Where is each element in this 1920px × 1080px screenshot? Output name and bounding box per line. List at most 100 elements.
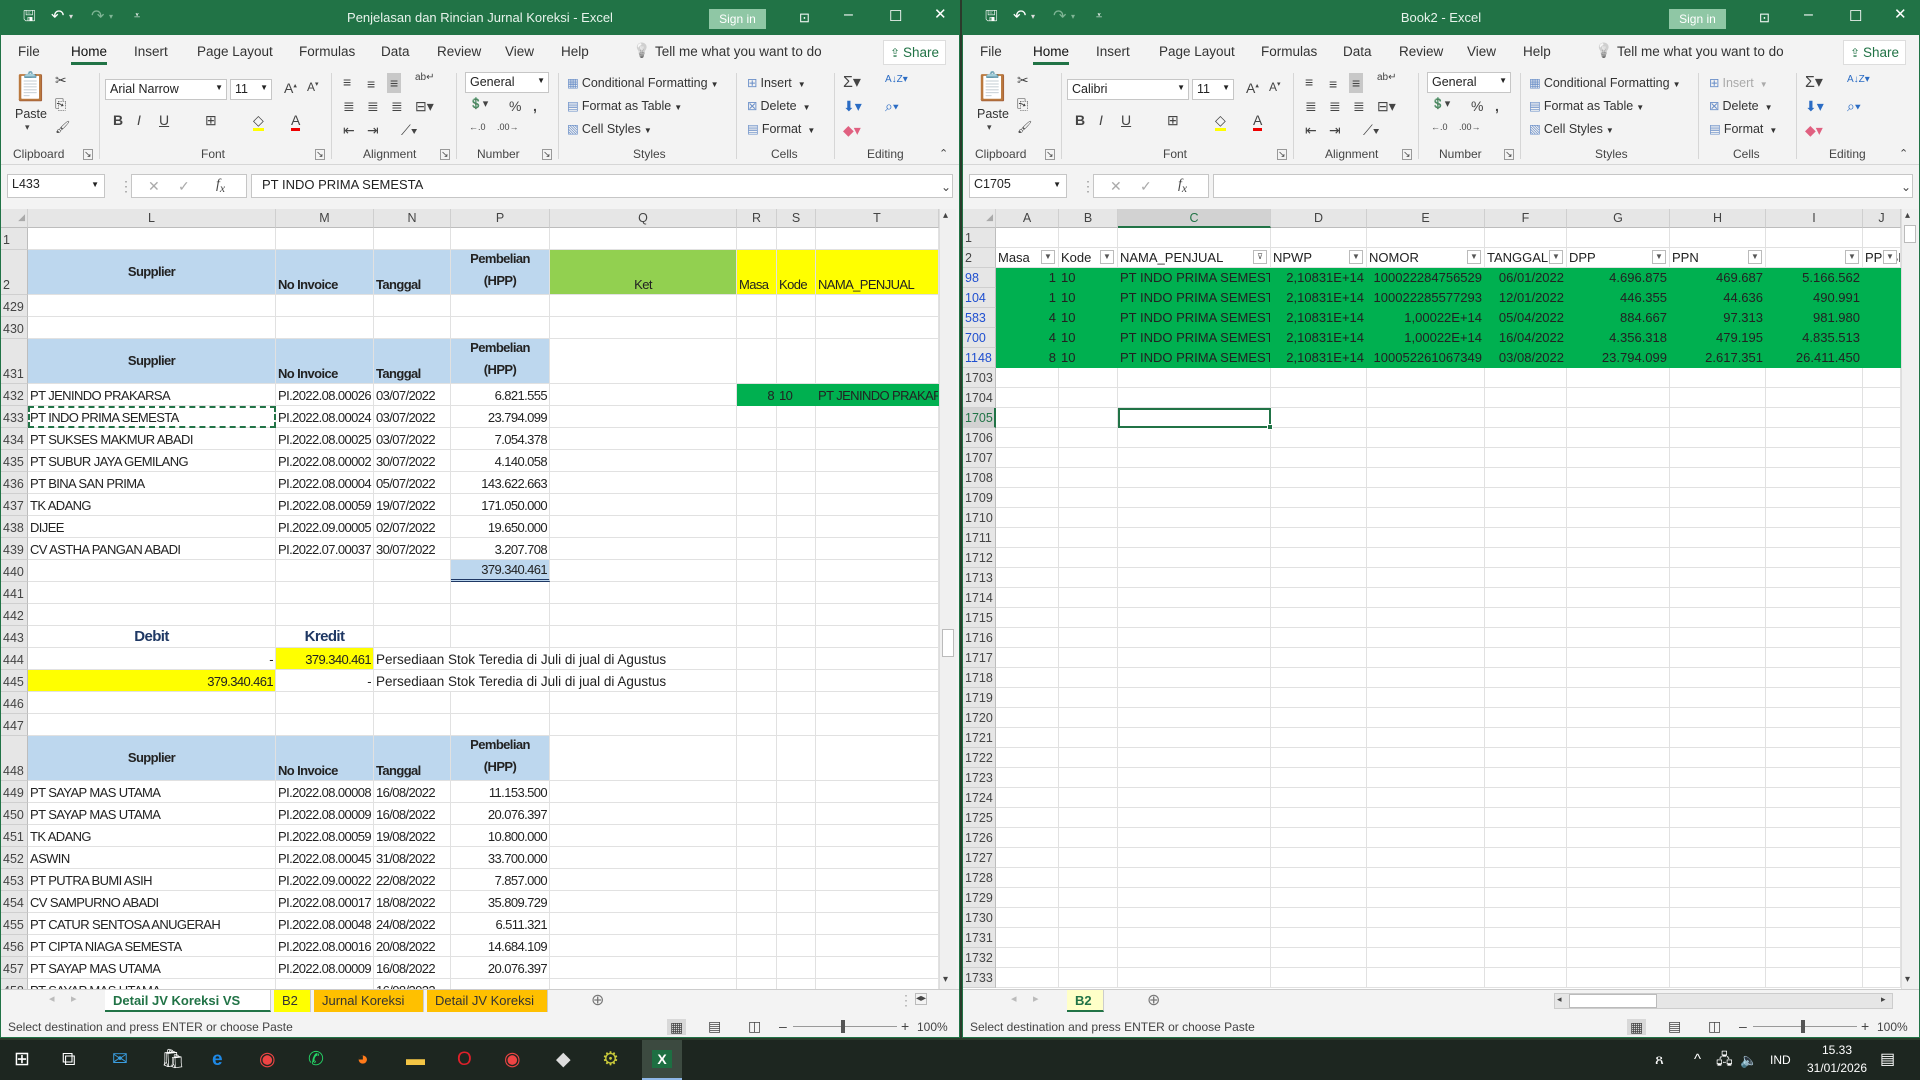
cell-D1148[interactable]: 2,10831E+14 bbox=[1271, 348, 1367, 368]
cell-F1708[interactable] bbox=[1485, 468, 1567, 488]
font-color-icon[interactable]: A bbox=[291, 112, 301, 131]
cell-A1148[interactable]: 8 bbox=[996, 348, 1059, 368]
cell-G1148[interactable]: 23.794.099 bbox=[1567, 348, 1670, 368]
row-header[interactable]: 440 bbox=[1, 560, 28, 582]
filter-dropdown-icon[interactable]: ▼ bbox=[1845, 250, 1859, 264]
cell-R448[interactable] bbox=[737, 736, 777, 781]
cell-A1705[interactable] bbox=[996, 408, 1059, 428]
cell-C1148[interactable]: PT INDO PRIMA SEMESTA bbox=[1118, 348, 1271, 368]
cell-L442[interactable] bbox=[28, 604, 276, 626]
cell-A1717[interactable] bbox=[996, 648, 1059, 668]
cell-J1716[interactable] bbox=[1863, 628, 1901, 648]
scroll-down-icon[interactable]: ▾ bbox=[1905, 975, 1910, 985]
ribbon-display-options-icon[interactable]: ⊡ bbox=[799, 11, 810, 24]
row-header[interactable]: 1713 bbox=[963, 568, 996, 588]
select-all-corner[interactable]: ◢ bbox=[963, 209, 996, 228]
cell-R453[interactable] bbox=[737, 869, 777, 891]
cell-A1709[interactable] bbox=[996, 488, 1059, 508]
row-header[interactable]: 1708 bbox=[963, 468, 996, 488]
file-explorer-icon[interactable]: ▬ bbox=[406, 1048, 425, 1072]
cell-P455[interactable]: 6.511.321 bbox=[451, 913, 550, 935]
cell-C1718[interactable] bbox=[1118, 668, 1271, 688]
cell-J104[interactable] bbox=[1863, 288, 1901, 308]
enter-entry-icon[interactable]: ✓ bbox=[178, 179, 190, 193]
cell-L452[interactable]: ASWIN bbox=[28, 847, 276, 869]
cell-L430[interactable] bbox=[28, 317, 276, 339]
cell-T445[interactable] bbox=[816, 670, 939, 692]
cell-M445[interactable]: - bbox=[276, 670, 374, 692]
cell-E104[interactable]: 100022285577293 bbox=[1367, 288, 1485, 308]
cell-N447[interactable] bbox=[374, 714, 451, 736]
cell-I1725[interactable] bbox=[1766, 808, 1863, 828]
zoom-in-icon[interactable]: + bbox=[901, 1019, 909, 1033]
cell-R440[interactable] bbox=[737, 560, 777, 582]
comma-style-icon[interactable]: , bbox=[533, 99, 537, 113]
cell-E1709[interactable] bbox=[1367, 488, 1485, 508]
cell-J1720[interactable] bbox=[1863, 708, 1901, 728]
cell-G1728[interactable] bbox=[1567, 868, 1670, 888]
increase-indent-icon[interactable]: ⇥ bbox=[367, 123, 379, 137]
cell-B98[interactable]: 10 bbox=[1059, 268, 1118, 288]
minimize-icon[interactable]: – bbox=[844, 7, 853, 23]
column-header-G[interactable]: G bbox=[1567, 209, 1670, 228]
cell-C1717[interactable] bbox=[1118, 648, 1271, 668]
cell-A1703[interactable] bbox=[996, 368, 1059, 388]
cell-L434[interactable]: PT SUKSES MAKMUR ABADI bbox=[28, 428, 276, 450]
cell-F1732[interactable] bbox=[1485, 948, 1567, 968]
cell-D1727[interactable] bbox=[1271, 848, 1367, 868]
format-painter-icon[interactable]: 🖌 bbox=[1017, 121, 1032, 133]
cell-D1733[interactable] bbox=[1271, 968, 1367, 988]
cell-P431[interactable]: Pembelian (HPP) bbox=[451, 339, 550, 384]
cell-G1723[interactable] bbox=[1567, 768, 1670, 788]
cell-P447[interactable] bbox=[451, 714, 550, 736]
cell-E2[interactable]: NOMOR ▼ bbox=[1367, 248, 1485, 268]
vertical-scrollbar[interactable]: ▴ ▾ bbox=[1901, 209, 1918, 989]
filter-dropdown-icon[interactable]: ▼ bbox=[1748, 250, 1762, 264]
cell-M452[interactable]: PI.2022.08.00045 bbox=[276, 847, 374, 869]
row-header[interactable]: 458 bbox=[1, 979, 28, 989]
cell-T452[interactable] bbox=[816, 847, 939, 869]
cell-I1[interactable] bbox=[1766, 228, 1863, 248]
cell-N435[interactable]: 30/07/2022 bbox=[374, 450, 451, 472]
row-header[interactable]: 1720 bbox=[963, 708, 996, 728]
cell-T443[interactable] bbox=[816, 626, 939, 648]
cell-D104[interactable]: 2,10831E+14 bbox=[1271, 288, 1367, 308]
cell-S444[interactable] bbox=[777, 648, 816, 670]
tab-split-icon[interactable]: ⋮ bbox=[899, 993, 913, 1007]
cell-J1718[interactable] bbox=[1863, 668, 1901, 688]
cell-J583[interactable] bbox=[1863, 308, 1901, 328]
row-header[interactable]: 448 bbox=[1, 736, 28, 781]
cell-G1727[interactable] bbox=[1567, 848, 1670, 868]
cell-T448[interactable] bbox=[816, 736, 939, 781]
maximize-icon[interactable]: ☐ bbox=[889, 9, 902, 24]
cell-G1713[interactable] bbox=[1567, 568, 1670, 588]
cell-S458[interactable] bbox=[777, 979, 816, 989]
cell-T435[interactable] bbox=[816, 450, 939, 472]
cell-N445[interactable]: Persediaan Stok Teredia di Juli di jual … bbox=[374, 670, 666, 692]
cell-Q457[interactable] bbox=[550, 957, 737, 979]
cell-A1732[interactable] bbox=[996, 948, 1059, 968]
cell-A1710[interactable] bbox=[996, 508, 1059, 528]
cell-H1706[interactable] bbox=[1670, 428, 1766, 448]
cell-A1721[interactable] bbox=[996, 728, 1059, 748]
percent-icon[interactable]: % bbox=[1471, 99, 1483, 113]
fill-icon[interactable]: ⬇▾ bbox=[1805, 99, 1824, 113]
tab-help[interactable]: Help bbox=[1523, 44, 1551, 59]
cell-D1729[interactable] bbox=[1271, 888, 1367, 908]
cell-N439[interactable]: 30/07/2022 bbox=[374, 538, 451, 560]
cell-C1727[interactable] bbox=[1118, 848, 1271, 868]
cell-A583[interactable]: 4 bbox=[996, 308, 1059, 328]
cell-B1714[interactable] bbox=[1059, 588, 1118, 608]
cell-I1715[interactable] bbox=[1766, 608, 1863, 628]
cell-S1[interactable] bbox=[777, 228, 816, 250]
cell-D1707[interactable] bbox=[1271, 448, 1367, 468]
cell-H1714[interactable] bbox=[1670, 588, 1766, 608]
cell-R441[interactable] bbox=[737, 582, 777, 604]
cell-P446[interactable] bbox=[451, 692, 550, 714]
collapse-ribbon-icon[interactable]: ⌃ bbox=[939, 149, 948, 160]
cut-icon[interactable]: ✂ bbox=[55, 73, 67, 87]
cell-G1716[interactable] bbox=[1567, 628, 1670, 648]
people-icon[interactable]: ጸ bbox=[1655, 1048, 1664, 1072]
whatsapp-icon[interactable]: ✆ bbox=[308, 1048, 324, 1072]
cell-H1727[interactable] bbox=[1670, 848, 1766, 868]
